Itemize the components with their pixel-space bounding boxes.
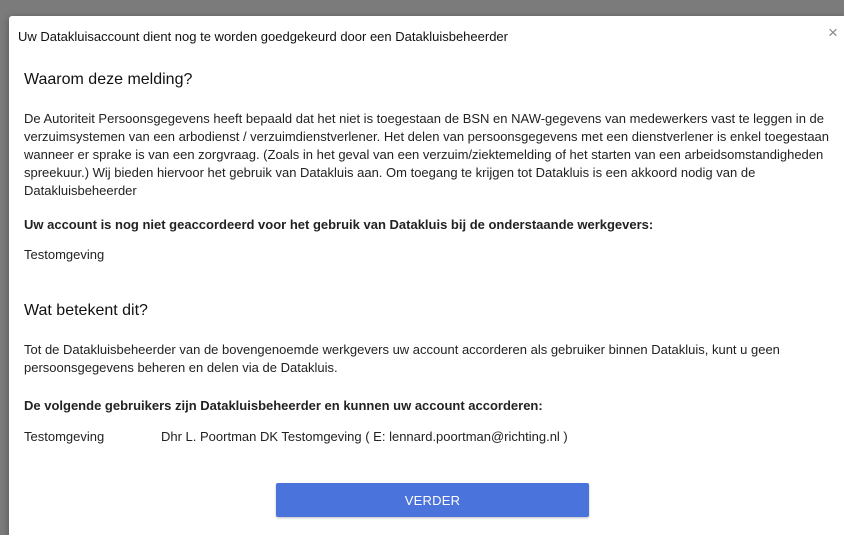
- continue-button[interactable]: VERDER: [276, 483, 589, 517]
- employer-item: Testomgeving: [24, 247, 105, 262]
- dialog-header: Uw Datakluisaccount dient nog te worden …: [9, 16, 844, 54]
- admin-contact: Dhr L. Poortman DK Testomgeving ( E: len…: [161, 429, 568, 444]
- admin-environment: Testomgeving: [24, 429, 105, 444]
- admin-row: Testomgeving Dhr L. Poortman DK Testomgev…: [24, 429, 568, 444]
- meaning-paragraph: Tot de Datakluisbeheerder van de bovenge…: [24, 342, 780, 375]
- section-heading-why: Waarom deze melding?: [24, 71, 193, 88]
- approval-dialog: Uw Datakluisaccount dient nog te worden …: [9, 16, 844, 535]
- employers-label: Uw account is nog niet geaccordeerd voor…: [24, 217, 654, 232]
- section-heading-meaning: Wat betekent dit?: [24, 302, 148, 319]
- dialog-title: Uw Datakluisaccount dient nog te worden …: [18, 29, 508, 44]
- close-icon[interactable]: ×: [828, 24, 844, 42]
- why-paragraph: De Autoriteit Persoonsgegevens heeft bep…: [24, 111, 830, 198]
- admins-label: De volgende gebruikers zijn Datakluisbeh…: [24, 398, 543, 413]
